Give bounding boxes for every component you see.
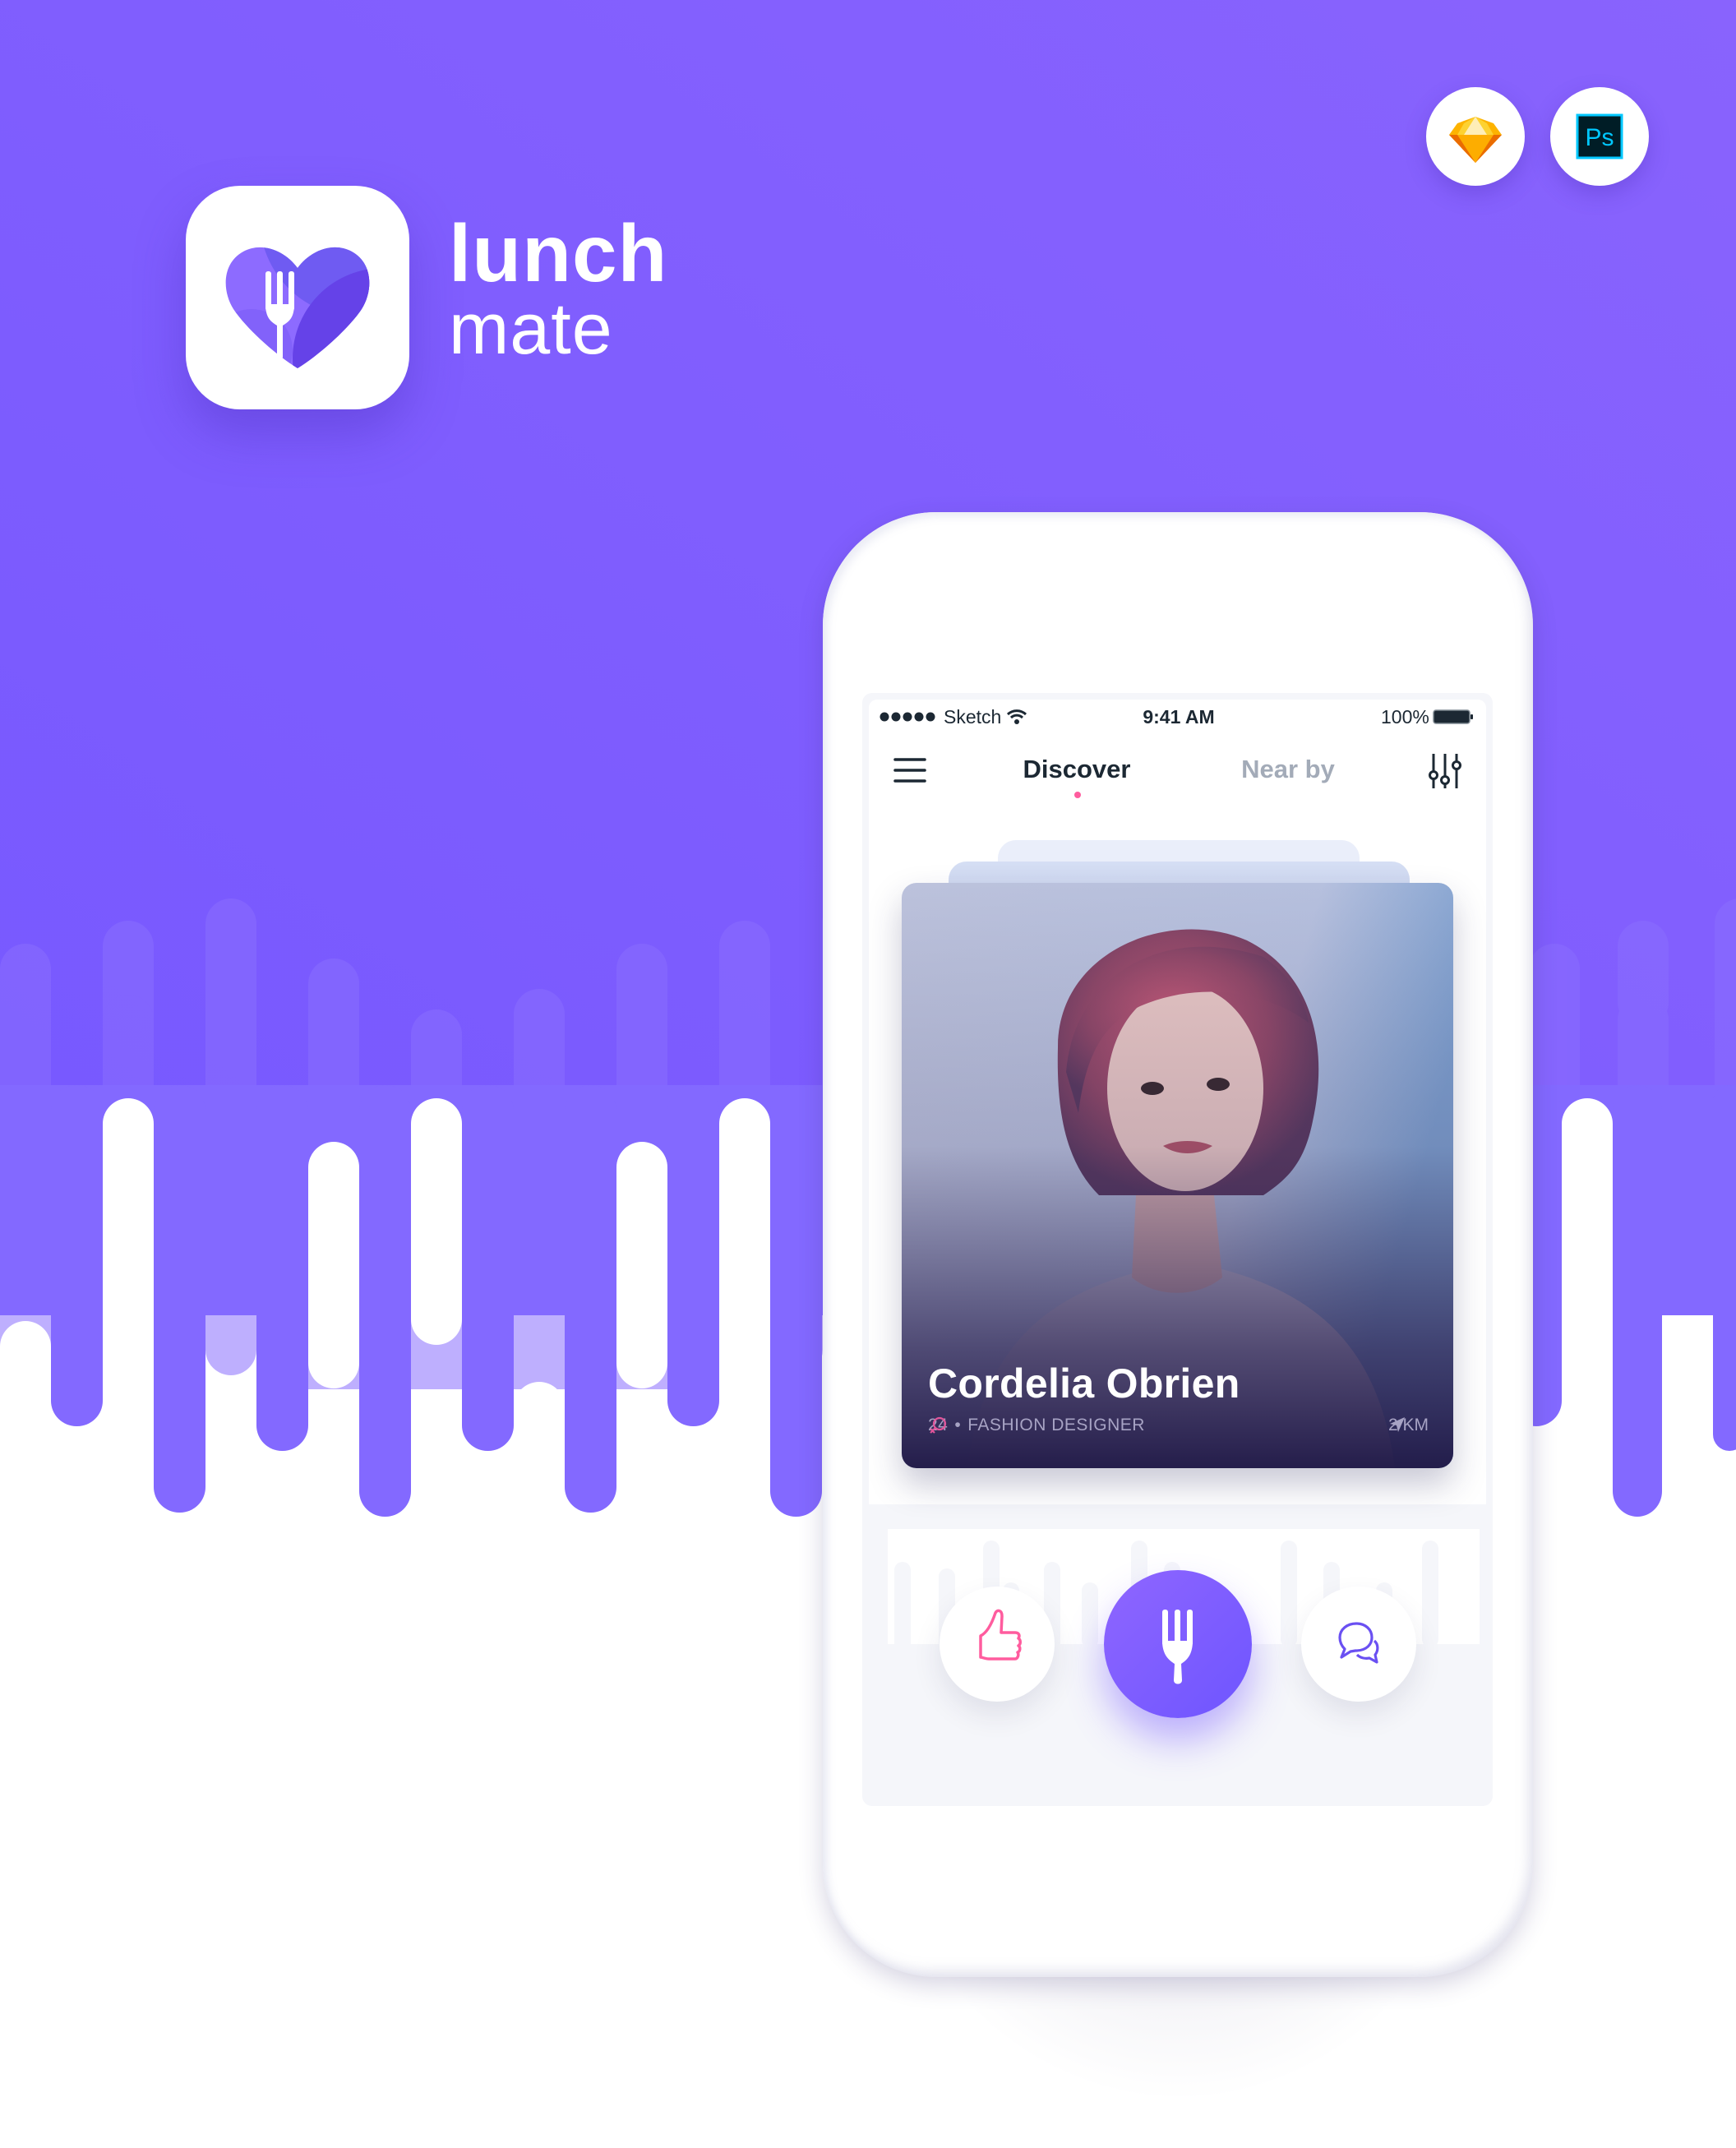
battery-percent: 100% bbox=[1381, 706, 1429, 728]
location-arrow-icon bbox=[1389, 1417, 1405, 1432]
profile-name: Cordelia Obrien bbox=[928, 1360, 1240, 1407]
thumbs-up-icon bbox=[979, 1609, 1022, 1661]
photoshop-badge: Ps bbox=[1550, 87, 1649, 186]
status-bar-left: Sketch bbox=[880, 704, 1027, 730]
fork-icon bbox=[1162, 1610, 1193, 1684]
meta-separator: • bbox=[954, 1416, 962, 1434]
battery-icon bbox=[1433, 709, 1473, 724]
app-icon bbox=[186, 186, 409, 409]
like-button[interactable] bbox=[940, 1587, 1055, 1702]
heart-fork-icon bbox=[225, 247, 370, 368]
profile-meta: 24 • FASHION DESIGNER bbox=[928, 1416, 1145, 1435]
active-tab-indicator bbox=[1074, 792, 1081, 798]
svg-text:Ps: Ps bbox=[1585, 124, 1614, 151]
profile-card[interactable]: Cordelia Obrien 24 • FASHION DESIGNER 2 … bbox=[902, 883, 1453, 1468]
sketch-diamond-icon bbox=[1449, 117, 1502, 163]
carrier-label: Sketch bbox=[944, 706, 1002, 728]
female-icon bbox=[930, 1416, 947, 1434]
sliders-icon[interactable] bbox=[1427, 752, 1463, 790]
status-bar-right: 100% bbox=[1381, 704, 1474, 730]
wifi-icon bbox=[1007, 709, 1027, 724]
brand-name-line1: lunch bbox=[449, 208, 668, 298]
lunch-button[interactable] bbox=[1104, 1570, 1252, 1718]
signal-dots-icon bbox=[880, 712, 935, 722]
profile-occupation: FASHION DESIGNER bbox=[967, 1416, 1145, 1434]
brand-name-line2: mate bbox=[449, 288, 613, 369]
photoshop-icon: Ps bbox=[1576, 113, 1623, 159]
chat-bubbles-icon bbox=[1338, 1622, 1379, 1664]
tab-discover[interactable]: Discover bbox=[1011, 753, 1143, 786]
chat-button[interactable] bbox=[1301, 1587, 1416, 1702]
status-time: 9:41 AM bbox=[1143, 706, 1215, 728]
tab-near-by[interactable]: Near by bbox=[1222, 753, 1354, 786]
hamburger-menu-icon[interactable] bbox=[893, 756, 926, 784]
profile-distance: 2 KM bbox=[1388, 1416, 1429, 1435]
sketch-badge bbox=[1426, 87, 1525, 186]
brand-wordmark: lunch mate bbox=[449, 208, 668, 369]
